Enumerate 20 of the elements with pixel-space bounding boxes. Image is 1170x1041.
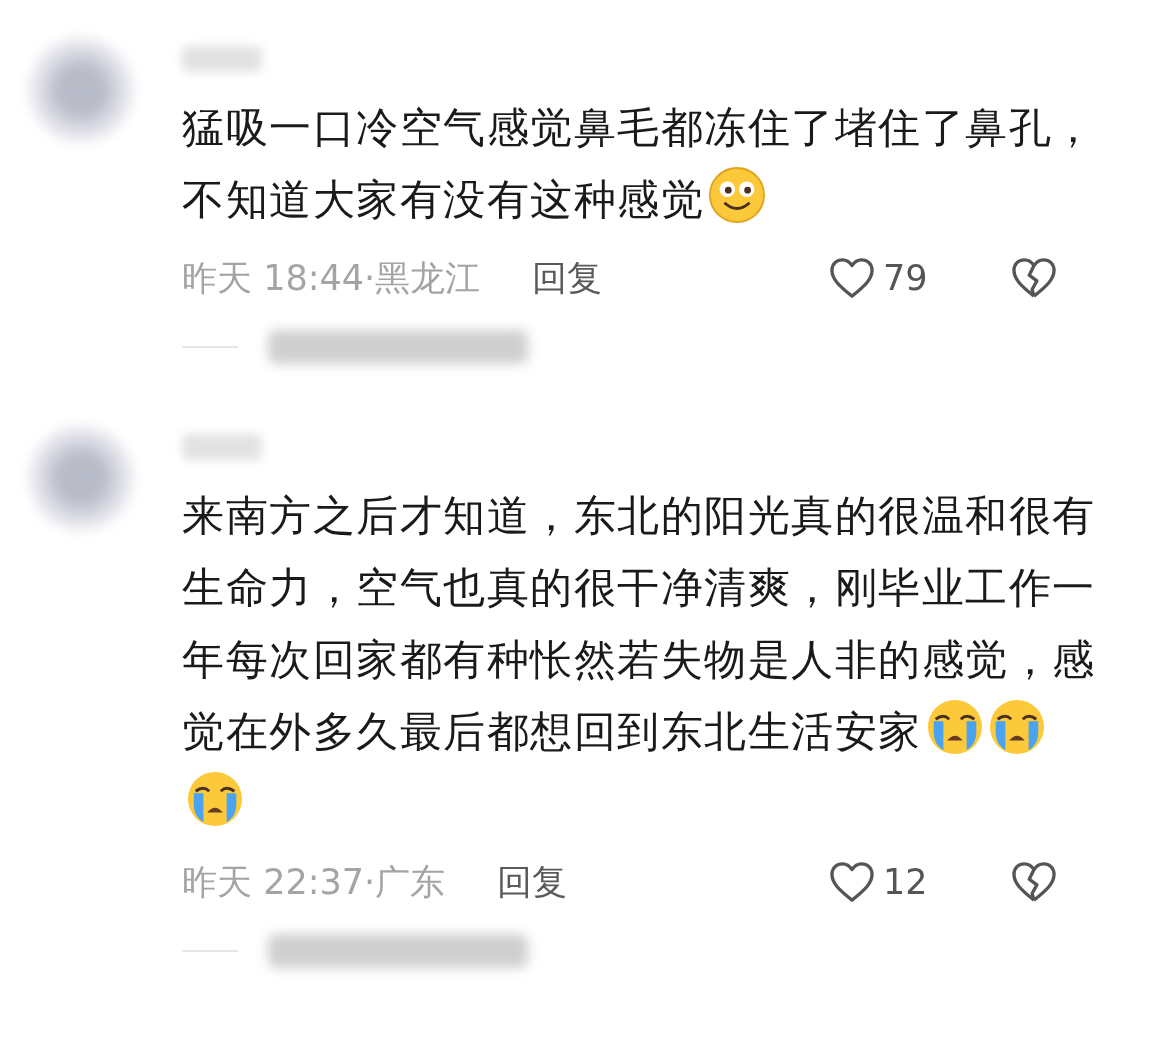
crying-emoji-icon (987, 698, 1046, 756)
comment-text: 生命力，空气也真的很干净清爽，刚毕业工作一 (182, 562, 1097, 614)
like-count: 79 (883, 258, 929, 298)
comment-text: 年每次回家都有种怅然若失物是人非的感觉，感 (182, 634, 1097, 686)
comment-text: 不知道大家有没有这种感觉 (182, 175, 704, 224)
comment-text: 猛吸一口冷空气感觉鼻毛都冻住了堵住了鼻孔， (182, 102, 1097, 154)
heart-icon[interactable] (829, 257, 875, 299)
timestamp-location: 昨天 18:44·黑龙江 (182, 256, 481, 300)
smile-emoji-icon (708, 166, 766, 224)
reply-link[interactable]: 回复 (532, 254, 603, 302)
reply-link[interactable]: 回复 (497, 858, 568, 906)
comment-text: 觉在外多久最后都想回到东北生活安家 (182, 707, 922, 756)
timestamp-location: 昨天 22:37·广东 (182, 860, 446, 904)
broken-heart-icon[interactable] (1011, 861, 1057, 903)
heart-icon[interactable] (829, 861, 875, 903)
crying-emoji-icon (186, 770, 244, 828)
like-count: 12 (883, 862, 929, 902)
comment-text: 来南方之后才知道，东北的阳光真的很温和很有 (182, 490, 1097, 542)
crying-emoji-icon (925, 698, 984, 756)
broken-heart-icon[interactable] (1011, 257, 1057, 299)
